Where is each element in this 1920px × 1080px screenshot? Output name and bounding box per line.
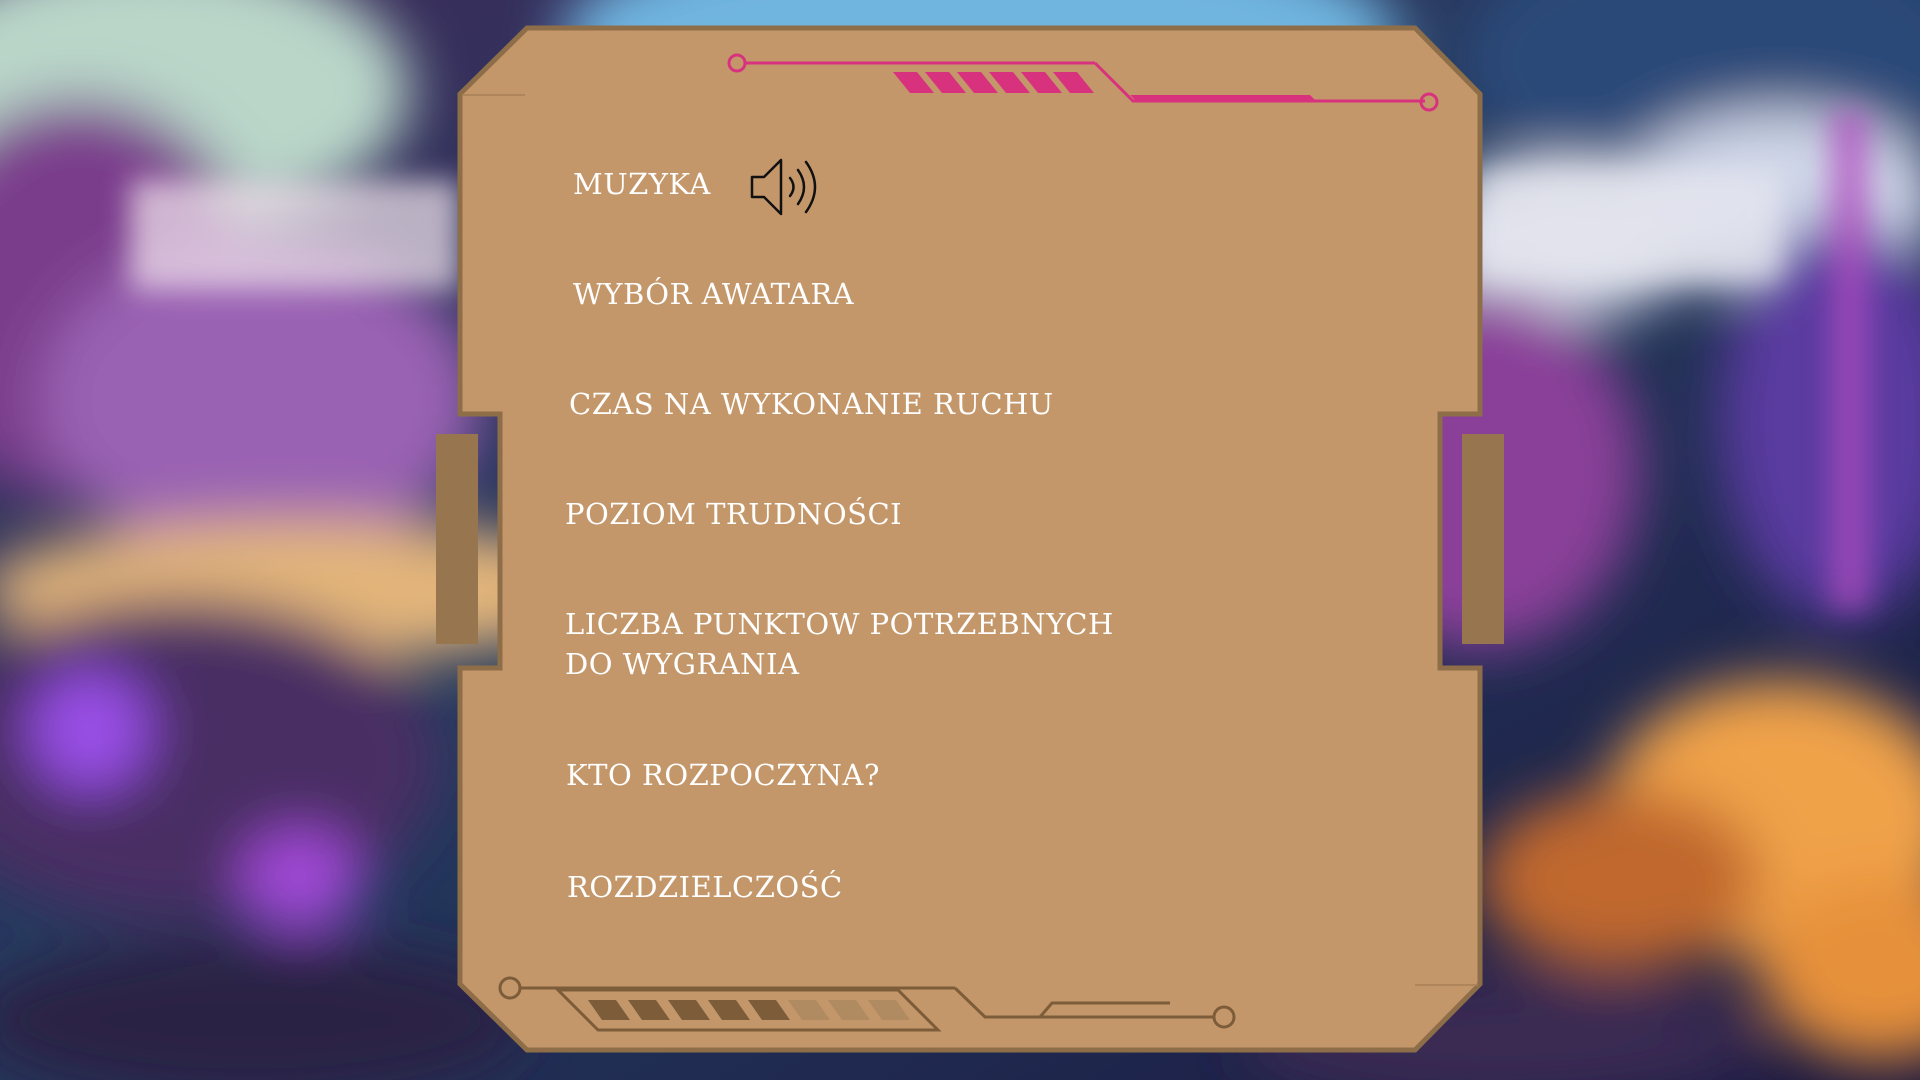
menu-item-resolution[interactable]: ROZDZIELCZOŚĆ xyxy=(567,867,843,907)
menu-item-move-time[interactable]: CZAS NA WYKONANIE RUCHU xyxy=(569,384,1054,424)
menu-item-who-starts[interactable]: KTO ROZPOCZYNA? xyxy=(566,755,880,795)
menu-item-points-to-win[interactable]: LICZBA PUNKTOW POTRZEBNYCH DO WYGRANIA xyxy=(565,604,1114,684)
left-side-tab xyxy=(436,434,478,644)
music-toggle-button[interactable] xyxy=(748,154,828,220)
menu-item-points-to-win-line1: LICZBA PUNKTOW POTRZEBNYCH xyxy=(565,607,1114,641)
menu-item-music[interactable]: MUZYKA xyxy=(573,164,711,204)
menu-item-avatar-selection[interactable]: WYBÓR AWATARA xyxy=(573,274,854,314)
settings-panel xyxy=(436,25,1504,1053)
right-side-tab xyxy=(1462,434,1504,644)
speaker-volume-icon xyxy=(750,158,817,216)
menu-item-difficulty[interactable]: POZIOM TRUDNOŚCI xyxy=(565,494,902,534)
menu-item-points-to-win-line2: DO WYGRANIA xyxy=(565,647,800,681)
